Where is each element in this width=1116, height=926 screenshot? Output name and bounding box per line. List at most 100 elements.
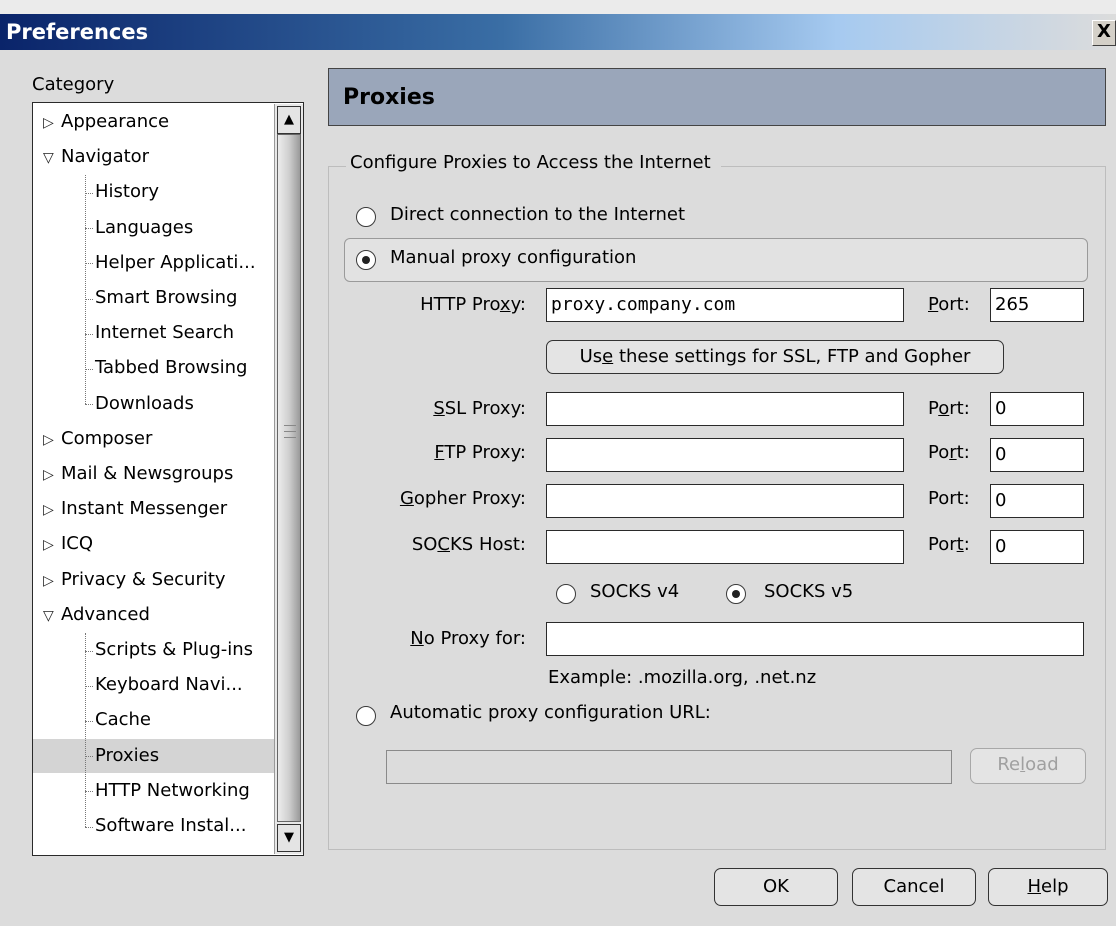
sidebar-item-internet-search[interactable]: Internet Search <box>33 316 303 350</box>
collapsed-triangle-icon[interactable]: ▷ <box>43 528 61 562</box>
gopher-port-input[interactable]: 0 <box>990 484 1084 518</box>
socks-v5-label[interactable]: SOCKS v5 <box>764 581 853 602</box>
sidebar-item-label: Navigator <box>61 146 150 168</box>
sidebar-item-composer[interactable]: ▷ Composer <box>33 422 283 456</box>
tree-connector <box>85 175 86 405</box>
help-button[interactable]: Help <box>988 868 1108 906</box>
sidebar-item-label: Appearance <box>61 111 170 132</box>
auto-proxy-radio[interactable] <box>356 706 376 726</box>
sidebar-item-languages[interactable]: Languages <box>33 211 303 245</box>
sidebar-item-label: HTTP Networking <box>95 779 250 801</box>
http-proxy-label-key: x <box>499 294 511 315</box>
ok-button[interactable]: OK <box>714 868 838 906</box>
sidebar-item-advanced[interactable]: ▽ Advanced <box>33 598 283 632</box>
direct-connection-label[interactable]: Direct connection to the Internet <box>390 204 685 225</box>
gopher-port-label: Port: <box>928 488 976 509</box>
collapsed-triangle-icon[interactable]: ▷ <box>43 106 61 140</box>
sidebar-item-appearance[interactable]: ▷ Appearance <box>33 105 283 139</box>
sidebar-item-scripts-plug-ins[interactable]: Scripts & Plug-ins <box>33 633 303 667</box>
sidebar-item-label: Tabbed Browsing <box>95 357 248 379</box>
http-proxy-label-pre: HTTP Pro <box>420 294 500 315</box>
http-proxy-input[interactable]: proxy.company.com <box>546 288 904 322</box>
http-proxy-label: HTTP Proxy: <box>380 294 526 315</box>
ftp-proxy-input[interactable] <box>546 438 904 472</box>
sidebar-item-label: Advanced <box>61 603 150 625</box>
expanded-triangle-icon[interactable]: ▽ <box>43 141 61 175</box>
sidebar-item-helper-applicati[interactable]: Helper Applicati... <box>33 246 303 280</box>
use-same-post: these settings for SSL, FTP and Gopher <box>613 346 971 367</box>
ssl-port-label-post: rt: <box>949 398 970 419</box>
sidebar-item-privacy-security[interactable]: ▷ Privacy & Security <box>33 563 283 597</box>
sidebar-item-label: Downloads <box>95 392 194 414</box>
gopher-proxy-input[interactable] <box>546 484 904 518</box>
category-tree[interactable]: ▷ Appearance ▽ Navigator History Languages Hel… <box>32 102 304 856</box>
tree-connector <box>85 721 93 722</box>
collapsed-triangle-icon[interactable]: ▷ <box>43 458 61 492</box>
ftp-proxy-label-key: F <box>434 442 445 463</box>
socks-host-input[interactable] <box>546 530 904 564</box>
auto-proxy-url-input[interactable] <box>386 750 952 784</box>
auto-proxy-label[interactable]: Automatic proxy configuration URL: <box>390 702 711 723</box>
tree-connector <box>85 633 86 827</box>
collapsed-triangle-icon[interactable]: ▷ <box>43 493 61 527</box>
tree-connector <box>85 263 93 265</box>
direct-connection-radio[interactable] <box>356 207 376 227</box>
sidebar-item-history[interactable]: History <box>33 175 303 209</box>
expanded-triangle-icon[interactable]: ▽ <box>43 599 61 633</box>
manual-proxy-radio[interactable] <box>356 250 376 270</box>
sidebar-item-label: ICQ <box>61 533 94 555</box>
sidebar-item-icq[interactable]: ▷ ICQ <box>33 527 283 561</box>
sidebar-item-proxies[interactable]: Proxies <box>33 738 303 773</box>
scrollbar-grip <box>284 425 296 445</box>
sidebar-item-instant-messenger[interactable]: ▷ Instant Messenger <box>33 492 283 526</box>
gopher-proxy-label-key: G <box>399 488 414 509</box>
socks-v4-label[interactable]: SOCKS v4 <box>590 581 679 602</box>
sidebar-item-downloads[interactable]: Downloads <box>33 387 303 421</box>
sidebar-item-cache[interactable]: Cache <box>33 703 303 737</box>
no-proxy-example: Example: .mozilla.org, .net.nz <box>548 667 817 688</box>
socks-host-label-pre: SO <box>411 534 438 555</box>
socks-v5-radio[interactable] <box>726 584 746 604</box>
use-same-pre: Us <box>579 346 603 367</box>
no-proxy-label: No Proxy for: <box>380 628 526 649</box>
sidebar-item-label: Smart Browsing <box>95 287 238 308</box>
tree-connector <box>85 333 93 335</box>
tree-connector <box>85 228 93 230</box>
sidebar-item-keyboard-navi[interactable]: Keyboard Navi... <box>33 668 303 702</box>
window-title: Preferences <box>6 20 149 44</box>
use-same-settings-button[interactable]: Use these settings for SSL, FTP and Goph… <box>546 340 1004 374</box>
reload-button[interactable]: Reload <box>970 748 1086 784</box>
close-button[interactable]: X <box>1092 20 1116 46</box>
sidebar-item-tabbed-browsing[interactable]: Tabbed Browsing <box>33 351 303 385</box>
no-proxy-input[interactable] <box>546 622 1084 656</box>
sidebar-item-navigator[interactable]: ▽ Navigator <box>33 140 283 174</box>
tree-connector <box>85 791 93 793</box>
sidebar-item-label: Scripts & Plug-ins <box>95 639 254 660</box>
sidebar-item-software-instal[interactable]: Software Instal... <box>33 809 303 843</box>
manual-proxy-label[interactable]: Manual proxy configuration <box>390 247 636 268</box>
cancel-button[interactable]: Cancel <box>852 868 976 906</box>
sidebar-item-smart-browsing[interactable]: Smart Browsing <box>33 281 303 315</box>
title-bar-gradient <box>0 14 1116 50</box>
socks-port-label-post: : <box>963 534 970 555</box>
gopher-port-label-pre: Port: <box>928 488 970 509</box>
socks-port-label: Port: <box>928 534 976 555</box>
socks-port-input[interactable]: 0 <box>990 530 1084 564</box>
title-bar <box>0 0 1116 50</box>
sidebar-item-label: Proxies <box>95 744 160 766</box>
ssl-proxy-input[interactable] <box>546 392 904 426</box>
sidebar-item-http-networking[interactable]: HTTP Networking <box>33 774 303 808</box>
scrollbar-thumb[interactable] <box>277 134 301 822</box>
help-post: elp <box>1041 876 1069 897</box>
ftp-port-label-post: t: <box>956 442 970 463</box>
ftp-port-input[interactable]: 0 <box>990 438 1084 472</box>
ssl-port-input[interactable]: 0 <box>990 392 1084 426</box>
socks-v4-radio[interactable] <box>556 584 576 604</box>
collapsed-triangle-icon[interactable]: ▷ <box>43 564 61 598</box>
sidebar-item-mail-newsgroups[interactable]: ▷ Mail & Newsgroups <box>33 457 283 491</box>
http-port-input[interactable]: 265 <box>990 288 1084 322</box>
scroll-down-icon[interactable]: ▼ <box>277 824 301 852</box>
category-scrollbar[interactable]: ▲ ▼ <box>274 104 303 854</box>
collapsed-triangle-icon[interactable]: ▷ <box>43 423 61 457</box>
scroll-up-icon[interactable]: ▲ <box>277 106 301 134</box>
